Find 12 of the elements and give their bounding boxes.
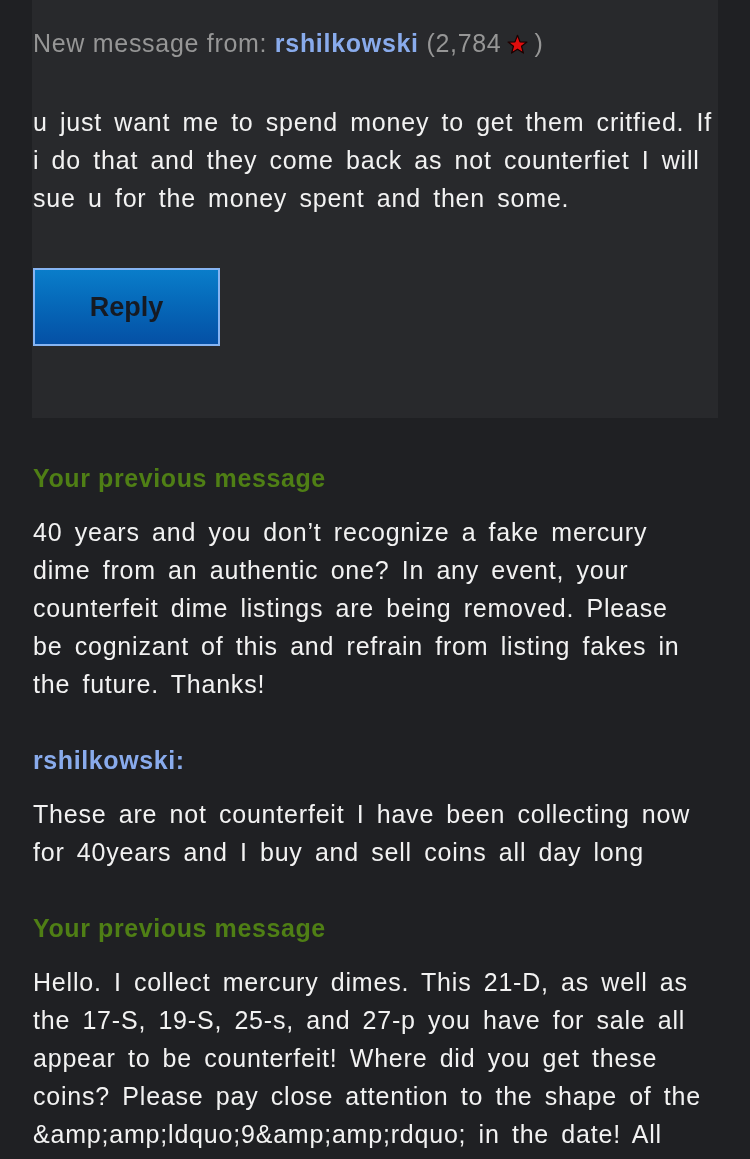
message-heading: Your previous message [33,463,327,493]
username-link[interactable]: rshilkowski [274,29,419,57]
message-heading: Your previous message [33,913,327,943]
message-heading: rshilkowski: [33,745,186,775]
header-label: New message from: [33,29,268,57]
feedback-score: (2,784 [426,29,502,57]
message-text: These are not counterfeit I have been collecting now for 40years and I buy and sell coins all day long [33,799,692,868]
message-text: u just want me to spend money to get them critfied. If i do that and they come back as not counterfiet I will sue u for the money spent and then some. [33,107,714,214]
star-icon [507,34,529,55]
message-text: Hello. I collect mercury dimes. This 21-D, as well as the 17-S, 19-S, 25-s, and 27-p you have for sale all appear to be counterfeit! Where did you get these coins? Please pay close attention to the shape of the &amp;amp;ldquo;9&amp;amp;rdquo; in the date! All [33,967,703,1150]
feedback-score-close: ) [534,29,544,57]
message-text: 40 years and you don’t recognize a fake mercury dime from an authentic one? In any event, your counterfeit dime listings are being removed. Please be cognizant of this and refrain from listing fakes in the future. Thanks! [33,517,681,700]
